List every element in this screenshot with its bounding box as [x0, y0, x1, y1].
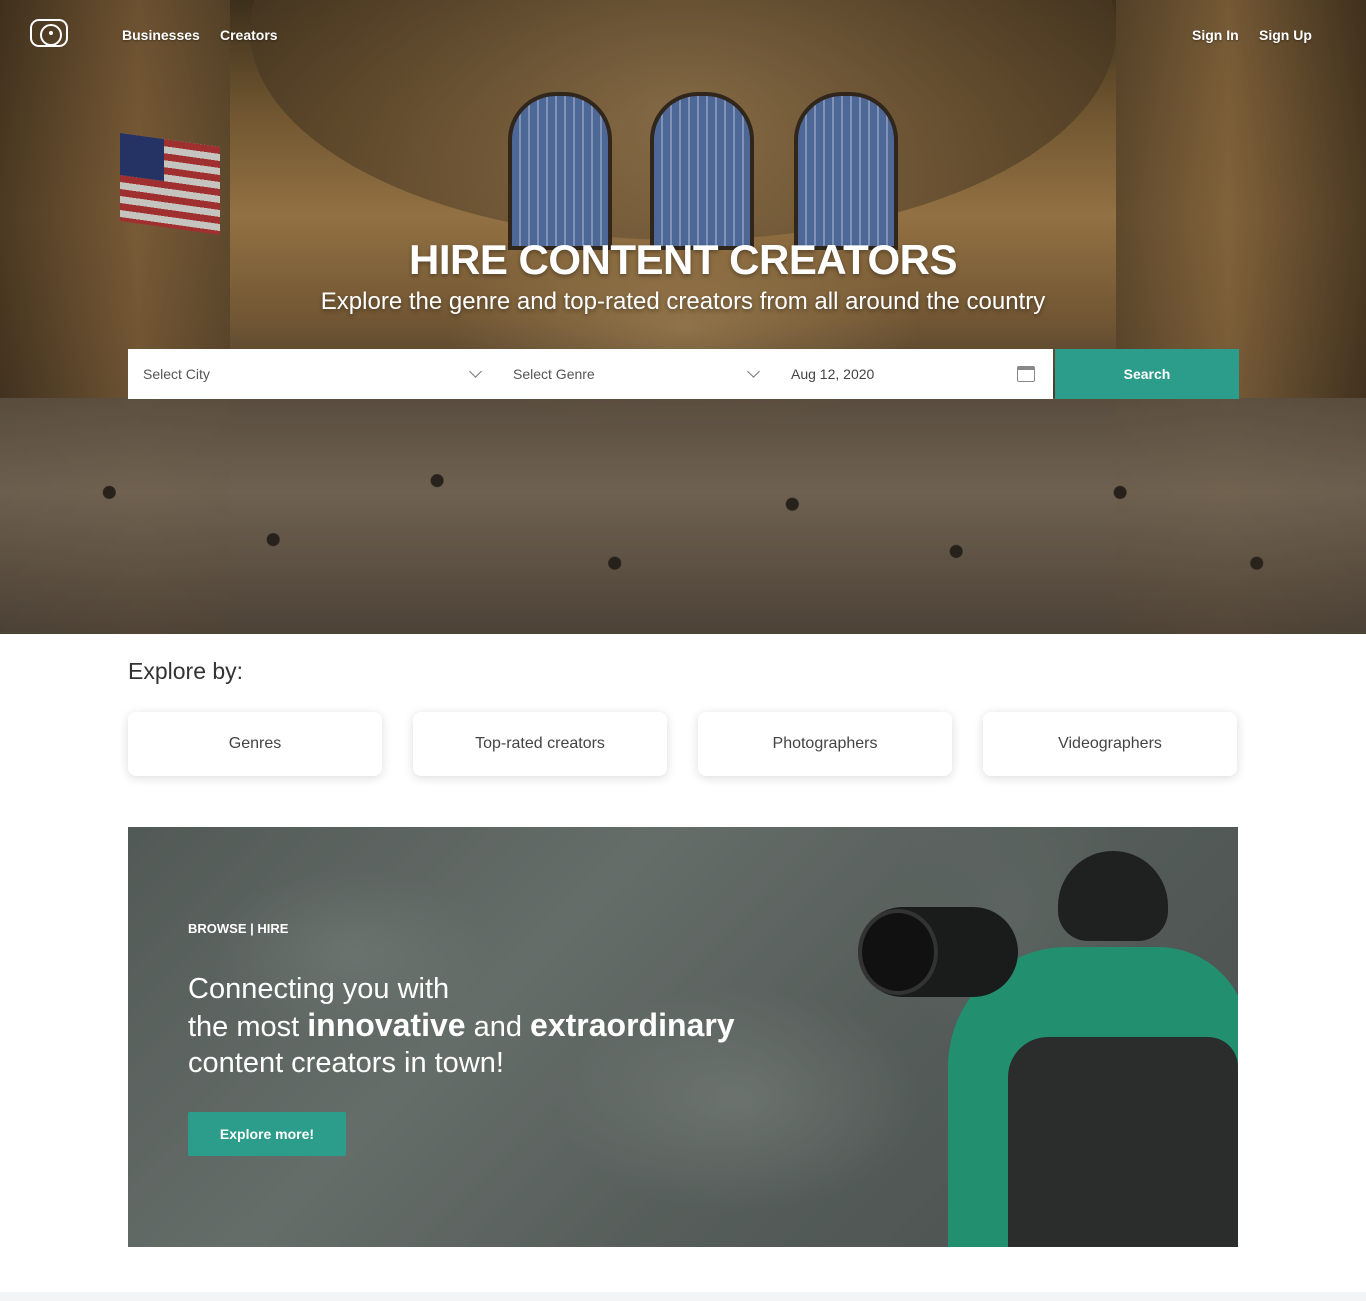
photographer-head	[1058, 851, 1168, 941]
search-button[interactable]: Search	[1055, 349, 1239, 399]
footer-strip	[0, 1292, 1366, 1301]
photographer-image	[818, 837, 1238, 1247]
explore-more-button[interactable]: Explore more!	[188, 1112, 346, 1156]
calendar-icon[interactable]	[1017, 366, 1035, 382]
logo-icon[interactable]	[30, 19, 68, 47]
sign-in-link[interactable]: Sign In	[1192, 27, 1239, 43]
city-select[interactable]: Select City	[128, 349, 498, 399]
banner-kicker: BROWSE | HIRE	[188, 921, 289, 936]
genre-select[interactable]: Select Genre	[498, 349, 776, 399]
banner-emphasis-extraordinary: extraordinary	[530, 1007, 735, 1043]
explore-card-top-rated[interactable]: Top-rated creators	[413, 712, 667, 776]
photographer-backpack	[1008, 1037, 1238, 1247]
date-picker[interactable]: Aug 12, 2020	[776, 349, 1053, 399]
banner-line-2-mid: and	[465, 1011, 531, 1043]
sign-up-link[interactable]: Sign Up	[1259, 27, 1312, 43]
banner-line-1: Connecting you with	[188, 973, 450, 1005]
explore-card-genres[interactable]: Genres	[128, 712, 382, 776]
nav-link-creators[interactable]: Creators	[220, 27, 278, 43]
hero-section: Businesses Creators Sign In Sign Up HIRE…	[0, 0, 1366, 634]
city-select-placeholder: Select City	[143, 366, 210, 382]
explore-card-photographers[interactable]: Photographers	[698, 712, 952, 776]
chevron-down-icon	[747, 365, 760, 378]
search-bar: Select City Select Genre Aug 12, 2020 Se…	[128, 349, 1239, 399]
explore-card-videographers[interactable]: Videographers	[983, 712, 1237, 776]
hero-title: HIRE CONTENT CREATORS	[409, 236, 957, 283]
promo-banner: BROWSE | HIRE Connecting you with the mo…	[128, 827, 1238, 1247]
genre-select-placeholder: Select Genre	[513, 366, 595, 382]
date-value: Aug 12, 2020	[791, 366, 875, 382]
banner-line-2-pre: the most	[188, 1011, 308, 1043]
hero-subtitle: Explore the genre and top-rated creators…	[320, 288, 1046, 315]
chevron-down-icon	[469, 365, 482, 378]
nav-link-businesses[interactable]: Businesses	[122, 27, 200, 43]
banner-emphasis-innovative: innovative	[307, 1007, 466, 1043]
banner-line-3: content creators in town!	[188, 1047, 504, 1079]
hero-overlay	[0, 0, 1366, 634]
banner-headline: Connecting you with the most innovative …	[188, 971, 828, 1081]
camera-lens	[858, 909, 938, 995]
explore-heading: Explore by:	[128, 658, 244, 684]
